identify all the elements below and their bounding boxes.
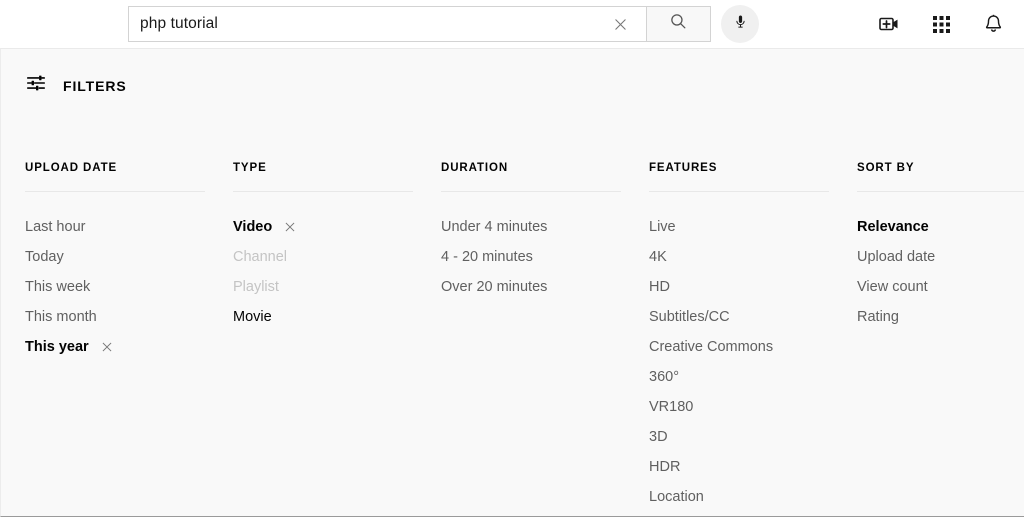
filter-option-this-month[interactable]: This month — [25, 302, 233, 332]
filter-option-label: 4 - 20 minutes — [441, 249, 533, 265]
close-icon[interactable] — [283, 220, 297, 234]
filter-option-this-week[interactable]: This week — [25, 272, 233, 302]
filter-columns: UPLOAD DATE Last hour Today This week Th… — [1, 161, 1024, 517]
filter-option-label: Video — [233, 219, 272, 235]
filter-sliders-icon — [25, 72, 47, 99]
filter-option-4k[interactable]: 4K — [649, 242, 857, 272]
filter-option-hdr[interactable]: HDR — [649, 452, 857, 482]
filter-option-label: Last hour — [25, 219, 85, 235]
close-icon[interactable] — [100, 340, 114, 354]
top-header-bar — [0, 0, 1024, 48]
filter-option-label: Movie — [233, 309, 272, 325]
column-divider — [649, 191, 829, 192]
filter-option-location[interactable]: Location — [649, 482, 857, 512]
filter-option-4-20-minutes[interactable]: 4 - 20 minutes — [441, 242, 649, 272]
filter-option-label: Upload date — [857, 249, 935, 265]
column-divider — [25, 191, 205, 192]
filter-option-3d[interactable]: 3D — [649, 422, 857, 452]
filter-option-label: Live — [649, 219, 676, 235]
filter-column-title: TYPE — [233, 161, 441, 175]
filter-option-label: Subtitles/CC — [649, 309, 730, 325]
notifications-bell-icon[interactable] — [980, 11, 1006, 37]
column-divider — [233, 191, 413, 192]
search-input[interactable] — [140, 15, 600, 33]
filter-option-label: Channel — [233, 249, 287, 265]
filter-option-label: HD — [649, 279, 670, 295]
filter-option-label: Location — [649, 489, 704, 505]
filter-column-sort-by: SORT BY Relevance Upload date View count… — [857, 161, 1024, 517]
filter-option-label: 4K — [649, 249, 667, 265]
filter-option-label: VR180 — [649, 399, 693, 415]
filter-column-features: FEATURES Live 4K HD Subtitles/CC Creativ… — [649, 161, 857, 517]
apps-grid-icon[interactable] — [928, 11, 954, 37]
filter-option-movie[interactable]: Movie — [233, 302, 441, 332]
filter-column-title: SORT BY — [857, 161, 1024, 175]
filter-column-upload-date: UPLOAD DATE Last hour Today This week Th… — [25, 161, 233, 517]
filter-option-label: 360° — [649, 369, 679, 385]
filter-column-title: DURATION — [441, 161, 649, 175]
close-icon[interactable] — [600, 16, 640, 33]
filter-option-label: This week — [25, 279, 90, 295]
filter-option-under-4-minutes[interactable]: Under 4 minutes — [441, 212, 649, 242]
sort-option-view-count[interactable]: View count — [857, 272, 1024, 302]
filter-option-purchased[interactable]: Purchased — [649, 512, 857, 517]
column-divider — [441, 191, 621, 192]
filter-option-label: This month — [25, 309, 97, 325]
filter-option-today[interactable]: Today — [25, 242, 233, 272]
search-area — [128, 6, 759, 42]
filter-column-type: TYPE Video Channel Playlist — [233, 161, 441, 517]
filter-option-label: Today — [25, 249, 64, 265]
sort-option-rating[interactable]: Rating — [857, 302, 1024, 332]
filter-option-label: Playlist — [233, 279, 279, 295]
filter-option-subtitles-cc[interactable]: Subtitles/CC — [649, 302, 857, 332]
filter-option-label: 3D — [649, 429, 668, 445]
filter-column-duration: DURATION Under 4 minutes 4 - 20 minutes … — [441, 161, 649, 517]
filter-option-creative-commons[interactable]: Creative Commons — [649, 332, 857, 362]
filter-option-live[interactable]: Live — [649, 212, 857, 242]
filter-option-label: Rating — [857, 309, 899, 325]
filter-option-label: Creative Commons — [649, 339, 773, 355]
column-divider — [857, 191, 1024, 192]
filter-option-label: Relevance — [857, 219, 929, 235]
filter-option-360[interactable]: 360° — [649, 362, 857, 392]
sort-option-upload-date[interactable]: Upload date — [857, 242, 1024, 272]
filter-option-label: HDR — [649, 459, 680, 475]
filter-option-channel[interactable]: Channel — [233, 242, 441, 272]
filter-column-title: FEATURES — [649, 161, 857, 175]
search-box[interactable] — [128, 6, 646, 42]
microphone-icon — [732, 13, 749, 35]
filters-panel: FILTERS UPLOAD DATE Last hour Today This… — [0, 48, 1024, 517]
filter-option-hd[interactable]: HD — [649, 272, 857, 302]
filter-option-last-hour[interactable]: Last hour — [25, 212, 233, 242]
create-video-icon[interactable] — [876, 11, 902, 37]
filters-label: FILTERS — [63, 78, 127, 94]
filter-option-over-20-minutes[interactable]: Over 20 minutes — [441, 272, 649, 302]
filter-option-this-year[interactable]: This year — [25, 332, 233, 362]
filter-option-playlist[interactable]: Playlist — [233, 272, 441, 302]
filter-column-title: UPLOAD DATE — [25, 161, 233, 175]
filter-option-vr180[interactable]: VR180 — [649, 392, 857, 422]
voice-search-button[interactable] — [721, 5, 759, 43]
search-button[interactable] — [646, 6, 711, 42]
search-icon — [669, 12, 688, 36]
filters-toggle-button[interactable]: FILTERS — [1, 49, 151, 99]
header-actions — [876, 0, 1006, 48]
sort-option-relevance[interactable]: Relevance — [857, 212, 1024, 242]
filter-option-label: View count — [857, 279, 928, 295]
filter-option-label: Over 20 minutes — [441, 279, 547, 295]
filter-option-video[interactable]: Video — [233, 212, 441, 242]
filter-option-label: Under 4 minutes — [441, 219, 547, 235]
filter-option-label: This year — [25, 339, 89, 355]
